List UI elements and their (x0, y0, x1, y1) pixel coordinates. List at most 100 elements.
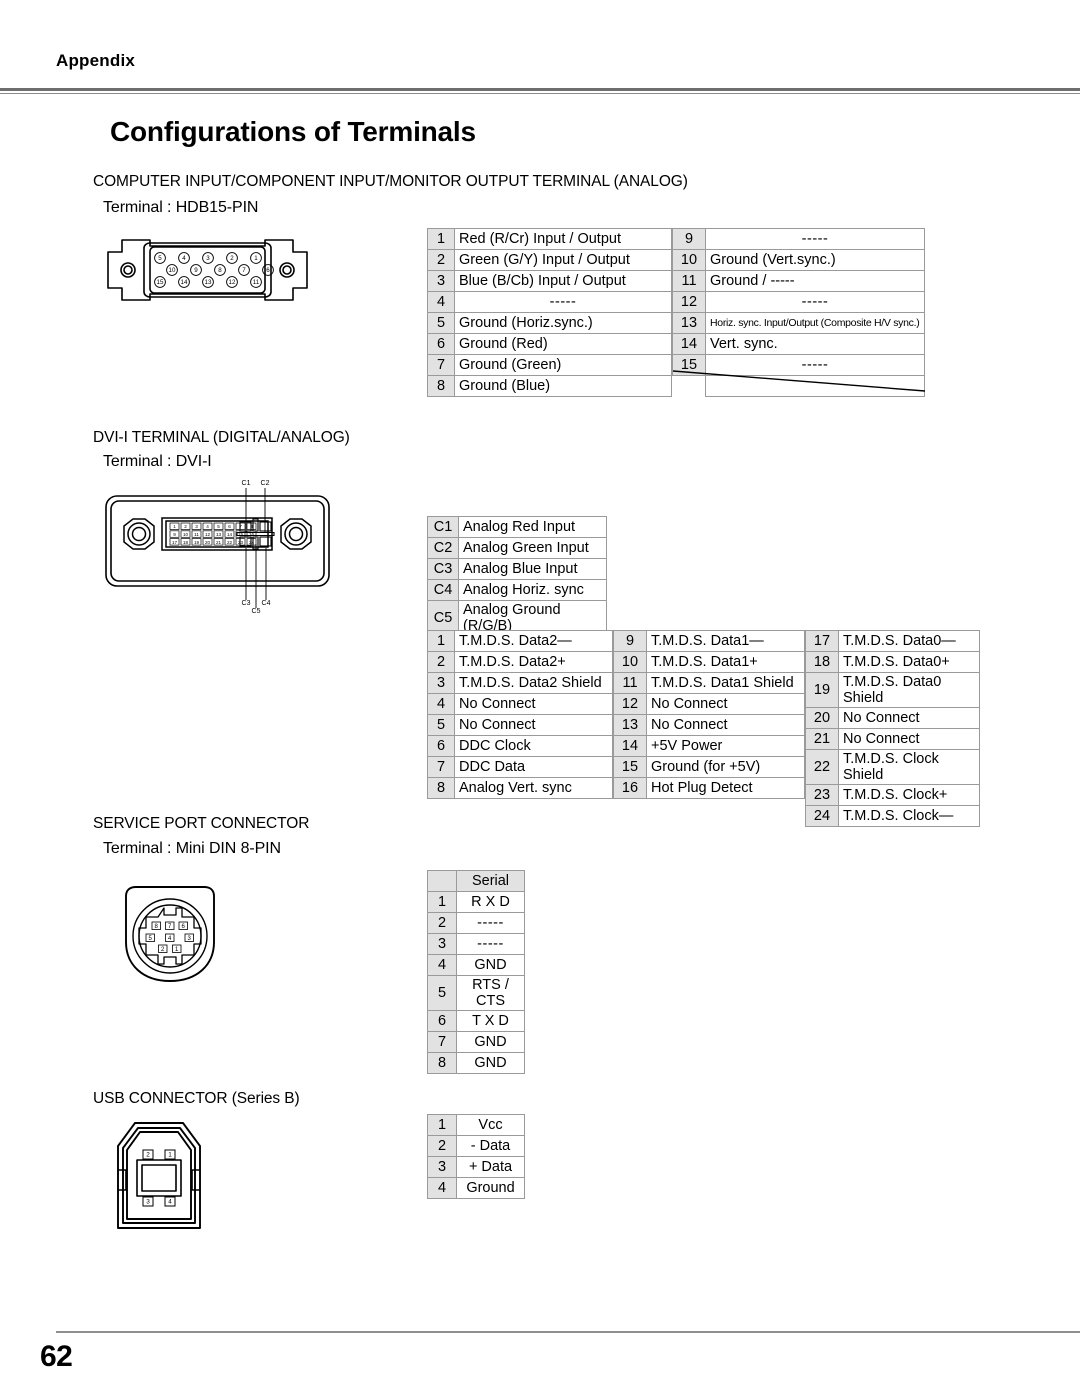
table-row: 4 ----- (427, 291, 672, 313)
svg-text:22: 22 (227, 540, 233, 545)
pin-number-cell: 5 (427, 714, 455, 736)
pin-number-cell: 13 (672, 312, 706, 334)
svg-text:1: 1 (173, 524, 176, 529)
pin-signal-cell: +5V Power (646, 735, 805, 757)
table-row: 1 T.M.D.S. Data2— (427, 630, 613, 652)
pin-signal-cell: Analog Green Input (458, 537, 607, 559)
svg-text:4: 4 (168, 936, 172, 942)
pin-number-cell: 8 (427, 375, 455, 397)
table-row: 4 No Connect (427, 693, 613, 715)
pin-number-cell: 1 (427, 1114, 457, 1136)
dvi-digital-col1-body: 1 T.M.D.S. Data2— 2 T.M.D.S. Data2+ 3 T.M.D.S… (427, 630, 613, 799)
pin-signal-cell: ----- (705, 228, 925, 250)
table-row: 6 DDC Clock (427, 735, 613, 757)
pin-signal-cell: Ground / ----- (705, 270, 925, 292)
pin-signal-cell: DDC Data (454, 756, 613, 778)
svg-text:13: 13 (216, 532, 222, 537)
pin-number-cell: 7 (427, 354, 455, 376)
svg-text:4: 4 (206, 524, 209, 529)
pin-number-cell: 7 (427, 1031, 457, 1053)
pin-number-cell: 6 (427, 1010, 457, 1032)
dvi-digital-col3-body: 17 T.M.D.S. Data0— 18 T.M.D.S. Data0+ 19 T.M.… (805, 630, 980, 827)
section-heading-analog: COMPUTER INPUT/COMPONENT INPUT/MONITOR O… (93, 173, 688, 190)
svg-text:2: 2 (161, 947, 165, 953)
pin-number-cell: 14 (613, 735, 647, 757)
table-row: 3 + Data (427, 1156, 525, 1178)
svg-text:12: 12 (205, 532, 211, 537)
pin-signal-cell: ----- (456, 933, 525, 955)
table-row: 13 No Connect (613, 714, 805, 736)
hdb15-left-body: 1 Red (R/Cr) Input / Output 2 Green (G/Y) I… (427, 228, 672, 397)
pin-number-cell: 13 (613, 714, 647, 736)
svg-text:11: 11 (194, 532, 199, 537)
pin-number-cell: 6 (427, 735, 455, 757)
table-row: 13 Horiz. sync. Input/Output (Composite H… (672, 312, 925, 334)
pin-number-cell: 2 (427, 1135, 457, 1157)
svg-text:23: 23 (238, 540, 244, 545)
table-row: 5 No Connect (427, 714, 613, 736)
usb-series-b-connector-icon: 2 1 3 4 (113, 1118, 205, 1241)
table-row: 12 ----- (672, 291, 925, 313)
pin-signal-cell: Red (R/Cr) Input / Output (454, 228, 672, 250)
svg-text:8: 8 (218, 267, 222, 274)
pin-signal-cell: Hot Plug Detect (646, 777, 805, 799)
pin-number-cell: 8 (427, 1052, 457, 1074)
page-title: Configurations of Terminals (110, 116, 476, 147)
hdb15-pin-table-left: 1 Red (R/Cr) Input / Output 2 Green (G/Y) I… (427, 228, 672, 397)
pin-signal-cell: No Connect (454, 693, 613, 715)
section-terminal-service: Terminal : Mini DIN 8-PIN (103, 840, 281, 857)
dvi-digital-col2-body: 9 T.M.D.S. Data1— 10 T.M.D.S. Data1+ 11 T.M.D… (613, 630, 805, 799)
pin-signal-cell: GND (456, 1052, 525, 1074)
table-row: 10 T.M.D.S. Data1+ (613, 651, 805, 673)
table-row: 4 Ground (427, 1177, 525, 1199)
table-row: C2 Analog Green Input (427, 537, 607, 559)
table-row: 1 Vcc (427, 1114, 525, 1136)
service-port-pin-table: Serial 1 R X D 2 ----- 3 ----- 4 GND 5 RTS / CTS 6 T… (427, 870, 525, 1074)
table-row: C4 Analog Horiz. sync (427, 579, 607, 601)
svg-text:2: 2 (230, 255, 234, 262)
svg-text:7: 7 (168, 924, 172, 930)
pin-number-cell: 11 (613, 672, 647, 694)
svg-text:6: 6 (182, 924, 186, 930)
dvi-analog-pin-table: C1 Analog Red Input C2 Analog Green Input C3… (427, 516, 607, 636)
table-row: 15 Ground (for +5V) (613, 756, 805, 778)
pin-number-cell: 3 (427, 270, 455, 292)
pin-number-cell: 15 (613, 756, 647, 778)
pin-number-cell: 24 (805, 805, 839, 827)
table-row: 18 T.M.D.S. Data0+ (805, 651, 980, 673)
table-row: 3 ----- (427, 933, 525, 955)
pin-signal-cell: Ground (Vert.sync.) (705, 249, 925, 271)
pin-signal-cell: T.M.D.S. Data0— (838, 630, 980, 652)
pin-number-cell: 12 (613, 693, 647, 715)
svg-text:12: 12 (229, 279, 236, 286)
dvi-digital-pin-table-col1: 1 T.M.D.S. Data2— 2 T.M.D.S. Data2+ 3 T.M.D.S… (427, 630, 613, 799)
pin-signal-cell: T X D (456, 1010, 525, 1032)
table-row: 14 +5V Power (613, 735, 805, 757)
svg-text:13: 13 (205, 279, 212, 286)
table-row: 22 T.M.D.S. Clock Shield (805, 749, 980, 785)
table-row: 7 Ground (Green) (427, 354, 672, 376)
pin-number-cell: 10 (672, 249, 706, 271)
svg-text:6: 6 (228, 524, 231, 529)
pin-signal-cell: No Connect (646, 693, 805, 715)
pin-signal-cell: ----- (454, 291, 672, 313)
pin-signal-cell: Vcc (456, 1114, 525, 1136)
svg-text:3: 3 (195, 524, 198, 529)
svg-text:1: 1 (168, 1152, 172, 1159)
table-row: 9 T.M.D.S. Data1— (613, 630, 805, 652)
table-row: 5 Ground (Horiz.sync.) (427, 312, 672, 334)
pin-signal-cell: T.M.D.S. Clock— (838, 805, 980, 827)
svg-text:8: 8 (155, 924, 159, 930)
pin-number-cell: 11 (672, 270, 706, 292)
table-row: 8 Ground (Blue) (427, 375, 672, 397)
pin-signal-cell: GND (456, 954, 525, 976)
svg-text:6: 6 (266, 267, 270, 274)
pin-number-cell: C3 (427, 558, 459, 580)
pin-signal-cell: T.M.D.S. Data2 Shield (454, 672, 613, 694)
svg-text:7: 7 (242, 267, 246, 274)
pin-number-cell: 4 (427, 954, 457, 976)
pin-signal-cell: - Data (456, 1135, 525, 1157)
table-row: 20 No Connect (805, 707, 980, 729)
svg-text:C4: C4 (262, 600, 271, 607)
table-row: 2 Green (G/Y) Input / Output (427, 249, 672, 271)
